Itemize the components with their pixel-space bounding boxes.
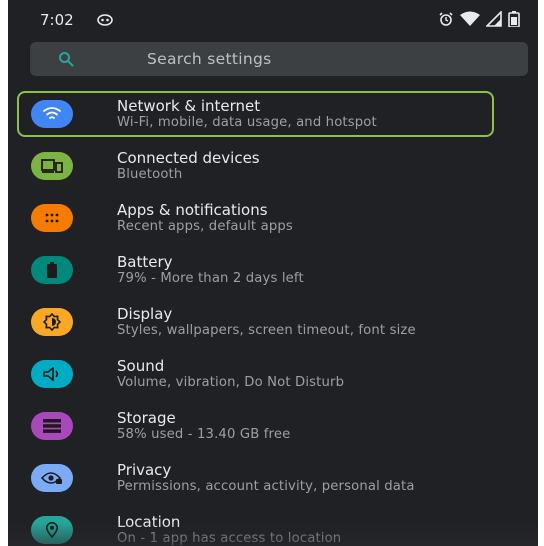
setting-subtitle: Bluetooth [117, 167, 183, 182]
sound-icon-badge [31, 360, 73, 388]
setting-privacy[interactable]: Privacy Permissions, account activity, p… [8, 452, 538, 504]
setting-subtitle: Volume, vibration, Do Not Disturb [117, 375, 345, 390]
storage-icon-badge [31, 412, 73, 440]
brightness-icon [43, 313, 61, 331]
wifi-icon [460, 11, 480, 26]
setting-title: Battery [117, 253, 173, 271]
setting-sound[interactable]: Sound Volume, vibration, Do Not Disturb [8, 348, 538, 400]
battery-icon-badge [31, 256, 73, 284]
setting-subtitle: Recent apps, default apps [117, 219, 293, 234]
notification-icon [97, 14, 113, 26]
network-icon-badge [31, 100, 73, 128]
alarm-icon [439, 12, 453, 26]
display-icon-badge [31, 308, 73, 336]
setting-title: Location [117, 513, 181, 531]
status-bar: 7:02 [8, 0, 538, 38]
status-icons [438, 11, 520, 27]
wifi-icon [43, 107, 61, 119]
setting-apps-notifications[interactable]: Apps & notifications Recent apps, defaul… [8, 192, 538, 244]
battery-icon [47, 262, 57, 278]
setting-subtitle: Styles, wallpapers, screen timeout, font… [117, 323, 416, 338]
setting-storage[interactable]: Storage 58% used - 13.40 GB free [8, 400, 538, 452]
status-time: 7:02 [40, 11, 74, 29]
privacy-icon-badge [31, 464, 73, 492]
setting-subtitle: 79% - More than 2 days left [117, 271, 304, 286]
setting-location[interactable]: Location On - 1 app has access to locati… [8, 504, 538, 546]
setting-connected-devices[interactable]: Connected devices Bluetooth [8, 140, 538, 192]
setting-title: Privacy [117, 461, 172, 479]
search-icon [59, 52, 74, 67]
storage-icon [43, 419, 61, 433]
setting-title: Storage [117, 409, 176, 427]
setting-title: Network & internet [117, 97, 261, 115]
setting-title: Sound [117, 357, 165, 375]
location-pin-icon [46, 522, 58, 538]
devices-icon [41, 159, 63, 173]
connected-icon-badge [31, 152, 73, 180]
search-placeholder: Search settings [147, 50, 272, 68]
volume-icon [43, 367, 59, 381]
setting-subtitle: On - 1 app has access to location [117, 531, 342, 546]
setting-title: Display [117, 305, 173, 323]
apps-grid-icon [45, 213, 59, 223]
setting-display[interactable]: Display Styles, wallpapers, screen timeo… [8, 296, 538, 348]
apps-icon-badge [31, 204, 73, 232]
setting-subtitle: Permissions, account activity, personal … [117, 479, 415, 494]
setting-network-row[interactable]: Network & internet Wi-Fi, mobile, data u… [8, 88, 538, 140]
setting-subtitle: 58% used - 13.40 GB free [117, 427, 291, 442]
signal-icon [486, 11, 502, 27]
setting-subtitle: Wi-Fi, mobile, data usage, and hotspot [117, 115, 377, 130]
location-icon-badge [31, 516, 73, 544]
settings-screen: 7:02 Search settings Network & internet … [8, 0, 538, 546]
privacy-eye-icon [41, 472, 62, 484]
setting-battery[interactable]: Battery 79% - More than 2 days left [8, 244, 538, 296]
setting-title: Apps & notifications [117, 201, 268, 219]
search-bar[interactable]: Search settings [30, 42, 528, 76]
setting-title: Connected devices [117, 149, 260, 167]
battery-icon [508, 11, 520, 27]
